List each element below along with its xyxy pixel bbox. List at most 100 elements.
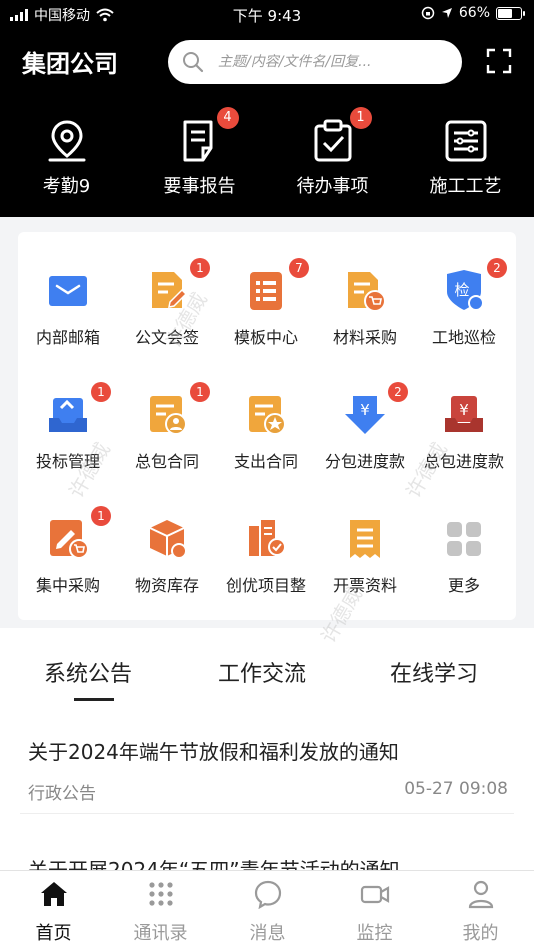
grid-label: 开票资料 xyxy=(332,576,397,595)
tab-online-learning[interactable]: 在线学习 xyxy=(390,656,478,688)
svg-text:¥: ¥ xyxy=(360,401,370,419)
quick-attendance[interactable]: 考勤9 xyxy=(0,118,133,198)
grid-item-bid[interactable]: 1 投标管理 xyxy=(18,382,118,472)
svg-text:¥: ¥ xyxy=(459,401,469,419)
scan-icon[interactable] xyxy=(486,48,512,74)
contract-star-icon xyxy=(245,394,287,436)
message-bubble-icon xyxy=(254,880,281,910)
grid-label: 内部邮箱 xyxy=(35,328,100,347)
contacts-dots-icon xyxy=(148,882,173,906)
template-list-icon: 7 xyxy=(245,258,309,312)
clipboard-check-icon: 1 xyxy=(310,107,372,164)
bottom-tab-bar: 首页 通讯录 消息 监控 我的 xyxy=(0,870,534,950)
grid-label: 集中采购 xyxy=(35,576,100,595)
feature-grid: 内部邮箱 1 公文会签 7 模板中心 材料采购 检2 工地巡检 1 投标管理 1… xyxy=(18,232,516,620)
badge: 2 xyxy=(388,382,408,402)
search-input[interactable] xyxy=(218,54,438,70)
tab-work-exchange[interactable]: 工作交流 xyxy=(218,656,306,688)
grid-label: 更多 xyxy=(447,576,480,595)
grid-item-document-sign[interactable]: 1 公文会签 xyxy=(117,258,217,348)
search-icon xyxy=(183,52,204,73)
report-document-icon: 4 xyxy=(177,107,239,164)
bid-tray-icon: 1 xyxy=(47,382,111,436)
quick-craft[interactable]: 施工工艺 xyxy=(399,118,532,198)
notice-item[interactable]: 关于开展2024年“五四”青年节活动的通知 xyxy=(28,854,508,870)
grid-label: 材料采购 xyxy=(332,328,397,347)
quick-todo[interactable]: 1 待办事项 xyxy=(266,107,399,198)
grid-item-template[interactable]: 7 模板中心 xyxy=(216,258,316,348)
badge: 1 xyxy=(91,506,111,526)
tab-monitor[interactable]: 监控 xyxy=(321,879,428,945)
svg-text:检: 检 xyxy=(454,281,469,299)
battery-percent: 66% xyxy=(458,5,490,21)
grid-item-more[interactable]: 更多 xyxy=(414,518,514,596)
grid-item-subcontract-payment[interactable]: ¥2 分包进度款 xyxy=(315,382,415,472)
grid-item-project-award[interactable]: 创优项目整 xyxy=(216,518,316,596)
yen-tray-icon: ¥ xyxy=(443,394,485,436)
quick-label: 要事报告 xyxy=(163,176,236,197)
video-camera-icon xyxy=(360,885,389,904)
invoice-receipt-icon xyxy=(344,518,386,560)
grid-label: 模板中心 xyxy=(233,328,298,347)
battery-icon xyxy=(496,6,525,20)
grid-label: 工地巡检 xyxy=(431,328,496,347)
header: 集团公司 考勤9 4 要事报告 1 待办事项 施工工艺 xyxy=(0,30,534,217)
search-bar[interactable] xyxy=(168,40,462,84)
status-bar: 中国移动 下午 9:43 66% xyxy=(0,0,534,30)
contract-person-icon: 1 xyxy=(146,382,210,436)
quick-label: 考勤9 xyxy=(42,176,91,197)
quick-report[interactable]: 4 要事报告 xyxy=(133,107,266,198)
grid-label: 物资库存 xyxy=(134,576,199,595)
notice-category: 行政公告 xyxy=(28,784,96,804)
quick-label: 施工工艺 xyxy=(429,176,502,197)
grid-label: 总包合同 xyxy=(134,452,199,471)
badge: 1 xyxy=(190,382,210,402)
grid-item-central-purchase[interactable]: 1 集中采购 xyxy=(18,506,118,596)
badge: 1 xyxy=(91,382,111,402)
tab-profile[interactable]: 我的 xyxy=(427,879,534,945)
grid-label: 投标管理 xyxy=(35,452,100,471)
grid-item-general-payment[interactable]: ¥ 总包进度款 xyxy=(414,394,514,472)
project-award-icon xyxy=(245,518,287,560)
tab-announcements[interactable]: 系统公告 xyxy=(44,656,132,688)
tab-label: 通讯录 xyxy=(133,923,188,944)
home-icon xyxy=(40,882,67,906)
tab-label: 首页 xyxy=(35,923,72,944)
location-arrow-icon xyxy=(441,8,452,18)
mail-icon xyxy=(47,270,89,312)
tab-label: 消息 xyxy=(249,923,286,944)
notice-title: 关于开展2024年“五四”青年节活动的通知 xyxy=(28,858,400,870)
grid-item-inventory[interactable]: 物资库存 xyxy=(117,518,217,596)
inventory-box-icon xyxy=(146,518,188,560)
inspection-shield-icon: 检2 xyxy=(443,258,507,312)
badge: 4 xyxy=(216,107,239,129)
tab-home[interactable]: 首页 xyxy=(0,879,107,945)
notice-title: 关于2024年端午节放假和福利发放的通知 xyxy=(28,740,399,764)
purchase-cart-icon: 1 xyxy=(47,506,111,560)
settings-list-icon xyxy=(443,118,489,164)
tab-messages[interactable]: 消息 xyxy=(214,879,321,945)
content-tabs: 系统公告 工作交流 在线学习 xyxy=(0,656,534,696)
grid-item-general-contract[interactable]: 1 总包合同 xyxy=(117,382,217,472)
badge: 1 xyxy=(190,258,210,278)
grid-label: 总包进度款 xyxy=(423,452,504,471)
notice-item[interactable]: 关于2024年端午节放假和福利发放的通知 行政公告 05-27 09:08 xyxy=(28,736,508,804)
notice-panel: 系统公告 工作交流 在线学习 关于2024年端午节放假和福利发放的通知 行政公告… xyxy=(0,628,534,870)
notice-time: 05-27 09:08 xyxy=(404,779,508,799)
more-grid-icon xyxy=(443,518,485,560)
grid-item-inspection[interactable]: 检2 工地巡检 xyxy=(414,258,514,348)
grid-item-mail[interactable]: 内部邮箱 xyxy=(18,270,118,348)
grid-label: 支出合同 xyxy=(233,452,298,471)
badge: 7 xyxy=(289,258,309,278)
grid-item-expense-contract[interactable]: 支出合同 xyxy=(216,394,316,472)
grid-item-invoice[interactable]: 开票资料 xyxy=(315,518,415,596)
grid-item-material-purchase[interactable]: 材料采购 xyxy=(315,270,415,348)
tab-label: 我的 xyxy=(462,923,499,944)
quick-label: 待办事项 xyxy=(296,176,369,197)
yen-down-arrow-icon: ¥2 xyxy=(344,382,408,436)
grid-label: 创优项目整 xyxy=(225,576,306,595)
tab-contacts[interactable]: 通讯录 xyxy=(107,879,214,945)
divider xyxy=(20,813,514,814)
location-pin-icon xyxy=(44,118,90,164)
app-title: 集团公司 xyxy=(22,50,118,78)
